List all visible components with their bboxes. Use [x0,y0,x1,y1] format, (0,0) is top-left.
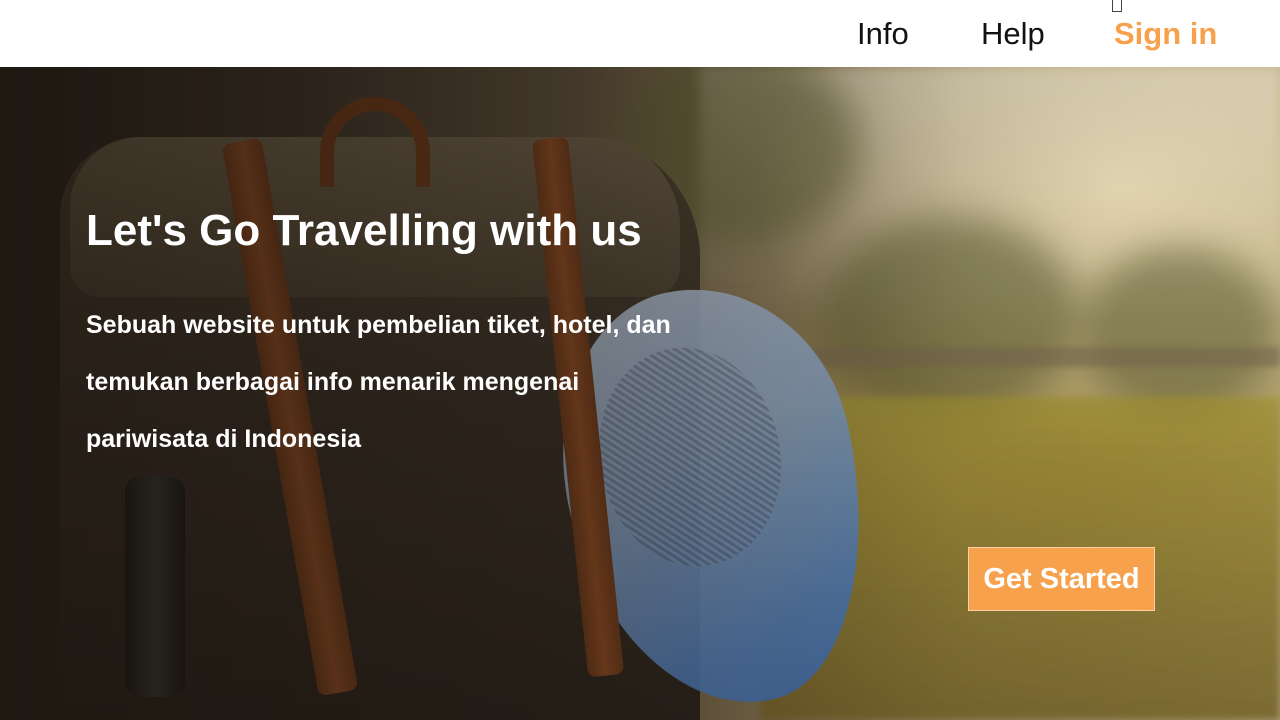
hero-description-line: temukan berbagai info menarik mengenai [86,368,580,396]
nav-link-info[interactable]: Info [857,14,909,54]
hero-section: Let's Go Travelling with us Sebuah websi… [0,67,1280,720]
nav-link-help[interactable]: Help [981,14,1045,54]
hero-description: Sebuah website untuk pembelian tiket, ho… [86,297,726,468]
get-started-button[interactable]: Get Started [968,547,1155,611]
hero-description-line: Sebuah website untuk pembelian tiket, ho… [86,311,671,339]
top-navigation: Info Help Sign in [0,0,1280,67]
nav-link-sign-in[interactable]: Sign in [1114,14,1217,54]
broken-glyph-icon [1112,0,1122,12]
hero-title: Let's Go Travelling with us [86,206,642,255]
hero-description-line: pariwisata di Indonesia [86,425,362,453]
